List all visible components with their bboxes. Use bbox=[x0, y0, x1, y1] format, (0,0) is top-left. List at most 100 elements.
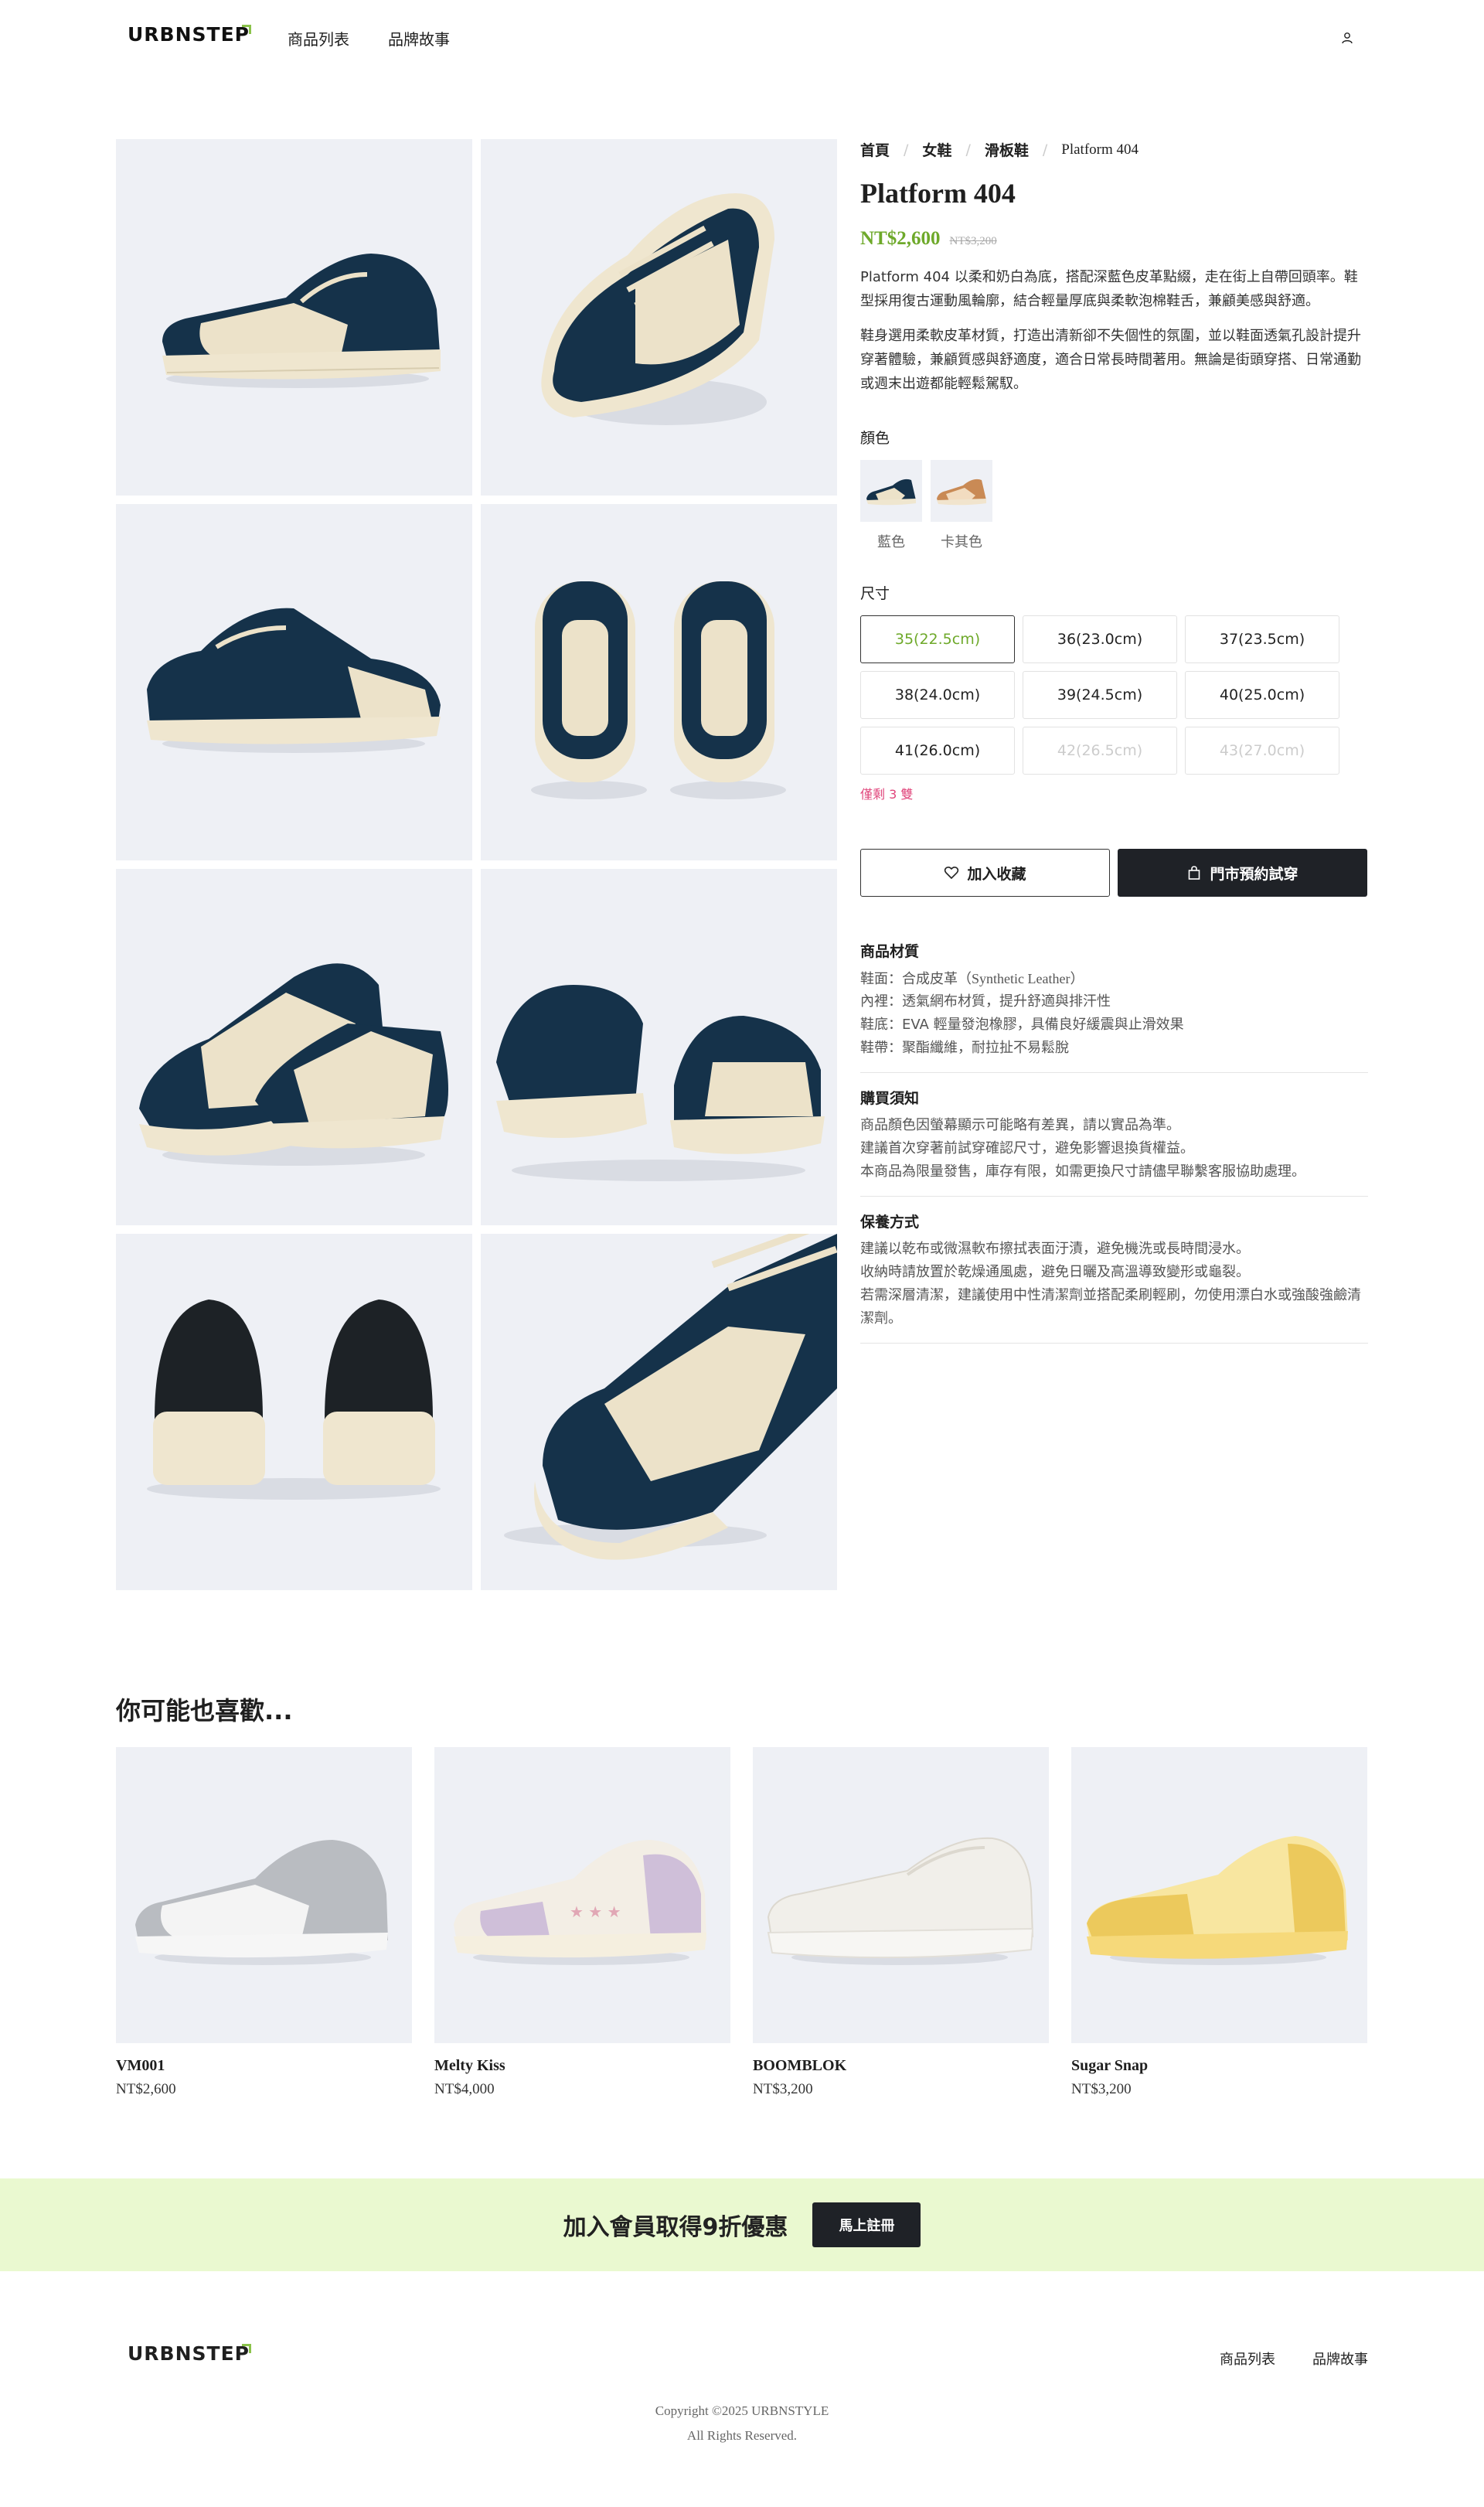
footer-logo[interactable]: URBNSTEP bbox=[128, 2342, 251, 2365]
section-purchase-notes: 購買須知 商品顏色因螢幕顯示可能略有差異，請以實品為準。 建議首次穿著前試穿確認… bbox=[860, 1073, 1368, 1197]
product-image-pair-angle[interactable] bbox=[116, 869, 472, 1225]
section-care: 保養方式 建議以乾布或微濕軟布擦拭表面汙漬，避免機洗或長時間浸水。 收納時請放置… bbox=[860, 1197, 1368, 1344]
color-name: 卡其色 bbox=[941, 534, 982, 550]
footer-nav-brand-story[interactable]: 品牌故事 bbox=[1312, 2349, 1368, 2369]
footer-nav-products[interactable]: 商品列表 bbox=[1220, 2349, 1275, 2369]
section-title: 保養方式 bbox=[860, 1214, 920, 1231]
section-line: 建議以乾布或微濕軟布擦拭表面汙漬，避免機洗或長時間浸水。 bbox=[860, 1241, 1250, 1257]
product-card[interactable]: Sugar Snap NT$3,200 bbox=[1071, 1747, 1367, 2098]
product-card-price: NT$3,200 bbox=[753, 2081, 813, 2097]
color-swatches: 藍色 卡其色 bbox=[860, 460, 1368, 551]
size-option[interactable]: 38(24.0cm) bbox=[860, 671, 1015, 719]
svg-text:★ ★ ★: ★ ★ ★ bbox=[570, 1902, 621, 1921]
product-image-detail[interactable] bbox=[481, 1234, 837, 1590]
product-card[interactable]: BOOMBLOK NT$3,200 bbox=[753, 1747, 1049, 2098]
size-label: 尺寸 bbox=[860, 585, 890, 602]
breadcrumb-home[interactable]: 首頁 bbox=[860, 139, 890, 160]
product-card[interactable]: ★ ★ ★ Melty Kiss NT$4,000 bbox=[434, 1747, 730, 2098]
section-line: 內裡：透氣網布材質，提升舒適與排汗性 bbox=[860, 993, 1111, 1010]
member-banner: 加入會員取得9折優惠 馬上註冊 bbox=[0, 2178, 1484, 2271]
product-card-image[interactable] bbox=[753, 1747, 1049, 2043]
product-title: Platform 404 bbox=[860, 178, 1016, 209]
size-option[interactable]: 39(24.5cm) bbox=[1023, 671, 1177, 719]
product-description: 鞋身選用柔軟皮革材質，打造出清新卻不失個性的氛圍，並以鞋面透氣孔設計提升穿著體驗… bbox=[860, 328, 1361, 392]
product-image-pair-back[interactable] bbox=[481, 869, 837, 1225]
main-nav: 商品列表 品牌故事 bbox=[288, 27, 450, 49]
breadcrumb-women-shoes[interactable]: 女鞋 bbox=[922, 139, 951, 160]
breadcrumb-separator: / bbox=[965, 141, 971, 158]
product-card-price: NT$4,000 bbox=[434, 2081, 495, 2097]
product-image-inner-side[interactable] bbox=[116, 504, 472, 860]
book-trial-label: 門市預約試穿 bbox=[1210, 865, 1298, 883]
product-description: Platform 404 以柔和奶白為底，搭配深藍色皮革點綴，走在街上自帶回頭率… bbox=[860, 269, 1358, 309]
section-line: 建議首次穿著前試穿確認尺寸，避免影響退換貨權益。 bbox=[860, 1140, 1194, 1156]
nav-item-brand-story[interactable]: 品牌故事 bbox=[388, 27, 450, 49]
color-swatch-khaki[interactable]: 卡其色 bbox=[931, 460, 992, 551]
breadcrumb-skate-shoes[interactable]: 滑板鞋 bbox=[985, 139, 1029, 160]
breadcrumb-separator: / bbox=[904, 141, 909, 158]
product-gallery bbox=[116, 139, 837, 1590]
add-favorite-label: 加入收藏 bbox=[967, 865, 1026, 883]
size-option-disabled: 43(27.0cm) bbox=[1185, 727, 1339, 775]
stock-note: 僅剩 3 雙 bbox=[860, 787, 914, 802]
price-row: NT$2,600 NT$3,200 bbox=[860, 228, 1368, 250]
section-line: 鞋底：EVA 輕量發泡橡膠，具備良好緩震與止滑效果 bbox=[860, 1017, 1184, 1033]
action-buttons: 加入收藏 門市預約試穿 bbox=[860, 849, 1368, 897]
product-image-side[interactable] bbox=[116, 139, 472, 496]
size-option[interactable]: 35(22.5cm) bbox=[860, 615, 1015, 663]
original-price: NT$3,200 bbox=[949, 235, 997, 247]
heart-icon bbox=[945, 866, 959, 880]
breadcrumb-current: Platform 404 bbox=[1061, 141, 1139, 158]
copyright: Copyright ©2025 URBNSTYLE bbox=[655, 2403, 829, 2418]
bag-icon bbox=[1189, 866, 1200, 880]
rights-reserved: All Rights Reserved. bbox=[686, 2428, 798, 2443]
add-favorite-button[interactable]: 加入收藏 bbox=[860, 849, 1110, 897]
nav-item-products[interactable]: 商品列表 bbox=[288, 27, 349, 49]
recommendations-grid: VM001 NT$2,600 ★ ★ ★ Melty Kiss NT$4,000 bbox=[116, 1747, 1368, 2098]
user-icon[interactable] bbox=[1340, 31, 1354, 45]
section-line: 鞋帶：聚酯纖維，耐拉扯不易鬆脫 bbox=[860, 1040, 1069, 1056]
section-title: 商品材質 bbox=[860, 943, 920, 960]
size-option[interactable]: 40(25.0cm) bbox=[1185, 671, 1339, 719]
product-card[interactable]: VM001 NT$2,600 bbox=[116, 1747, 412, 2098]
section-line: 商品顏色因螢幕顯示可能略有差異，請以實品為準。 bbox=[860, 1117, 1180, 1133]
site-header: URBNSTEP 商品列表 品牌故事 bbox=[0, 0, 1484, 77]
section-line: 鞋面：合成皮革（Synthetic Leather） bbox=[860, 971, 1084, 986]
section-line: 若需深層清潔，建議使用中性清潔劑並搭配柔刷輕刷，勿使用漂白水或強酸強鹼清潔劑。 bbox=[860, 1287, 1361, 1327]
breadcrumb: 首頁 / 女鞋 / 滑板鞋 / Platform 404 bbox=[860, 139, 1368, 160]
size-option[interactable]: 41(26.0cm) bbox=[860, 727, 1015, 775]
product-details: 商品材質 鞋面：合成皮革（Synthetic Leather） 內裡：透氣網布材… bbox=[860, 940, 1368, 1344]
footer-nav: 商品列表 品牌故事 bbox=[1220, 2349, 1368, 2369]
product-card-name[interactable]: Sugar Snap bbox=[1071, 2057, 1367, 2075]
color-label: 顏色 bbox=[860, 430, 890, 447]
product-info: 首頁 / 女鞋 / 滑板鞋 / Platform 404 Platform 40… bbox=[860, 139, 1368, 1344]
size-grid: 35(22.5cm) 36(23.0cm) 37(23.5cm) 38(24.0… bbox=[860, 615, 1368, 775]
product-card-name[interactable]: BOOMBLOK bbox=[753, 2057, 1049, 2075]
product-card-image[interactable]: ★ ★ ★ bbox=[434, 1747, 730, 2043]
brand-logo[interactable]: URBNSTEP bbox=[128, 23, 251, 46]
product-card-image[interactable] bbox=[116, 1747, 412, 2043]
product-image-heels[interactable] bbox=[116, 1234, 472, 1590]
color-swatch-blue[interactable]: 藍色 bbox=[860, 460, 922, 551]
recommendations: 你可能也喜歡... VM001 NT$2,600 ★ ★ ★ Melty Kis… bbox=[116, 1691, 1368, 2098]
section-line: 本商品為限量發售，庫存有限，如需更換尺寸請儘早聯繫客服協助處理。 bbox=[860, 1163, 1305, 1180]
size-option[interactable]: 36(23.0cm) bbox=[1023, 615, 1177, 663]
color-name: 藍色 bbox=[877, 534, 905, 550]
size-option-disabled: 42(26.5cm) bbox=[1023, 727, 1177, 775]
product-image-top-front[interactable] bbox=[481, 139, 837, 496]
product-card-price: NT$2,600 bbox=[116, 2081, 176, 2097]
product-price: NT$2,600 bbox=[860, 228, 941, 249]
book-trial-button[interactable]: 門市預約試穿 bbox=[1118, 849, 1367, 897]
section-line: 收納時請放置於乾燥通風處，避免日曬及高溫導致變形或龜裂。 bbox=[860, 1264, 1250, 1280]
color-thumb bbox=[860, 460, 922, 522]
product-card-name[interactable]: Melty Kiss bbox=[434, 2057, 730, 2075]
size-option[interactable]: 37(23.5cm) bbox=[1185, 615, 1339, 663]
register-button[interactable]: 馬上註冊 bbox=[812, 2202, 921, 2247]
product-card-name[interactable]: VM001 bbox=[116, 2057, 412, 2075]
product-card-price: NT$3,200 bbox=[1071, 2081, 1132, 2097]
product-image-pair-front[interactable] bbox=[481, 504, 837, 860]
product-card-image[interactable] bbox=[1071, 1747, 1367, 2043]
section-title: 購買須知 bbox=[860, 1090, 920, 1107]
breadcrumb-separator: / bbox=[1042, 141, 1048, 158]
color-thumb bbox=[931, 460, 992, 522]
